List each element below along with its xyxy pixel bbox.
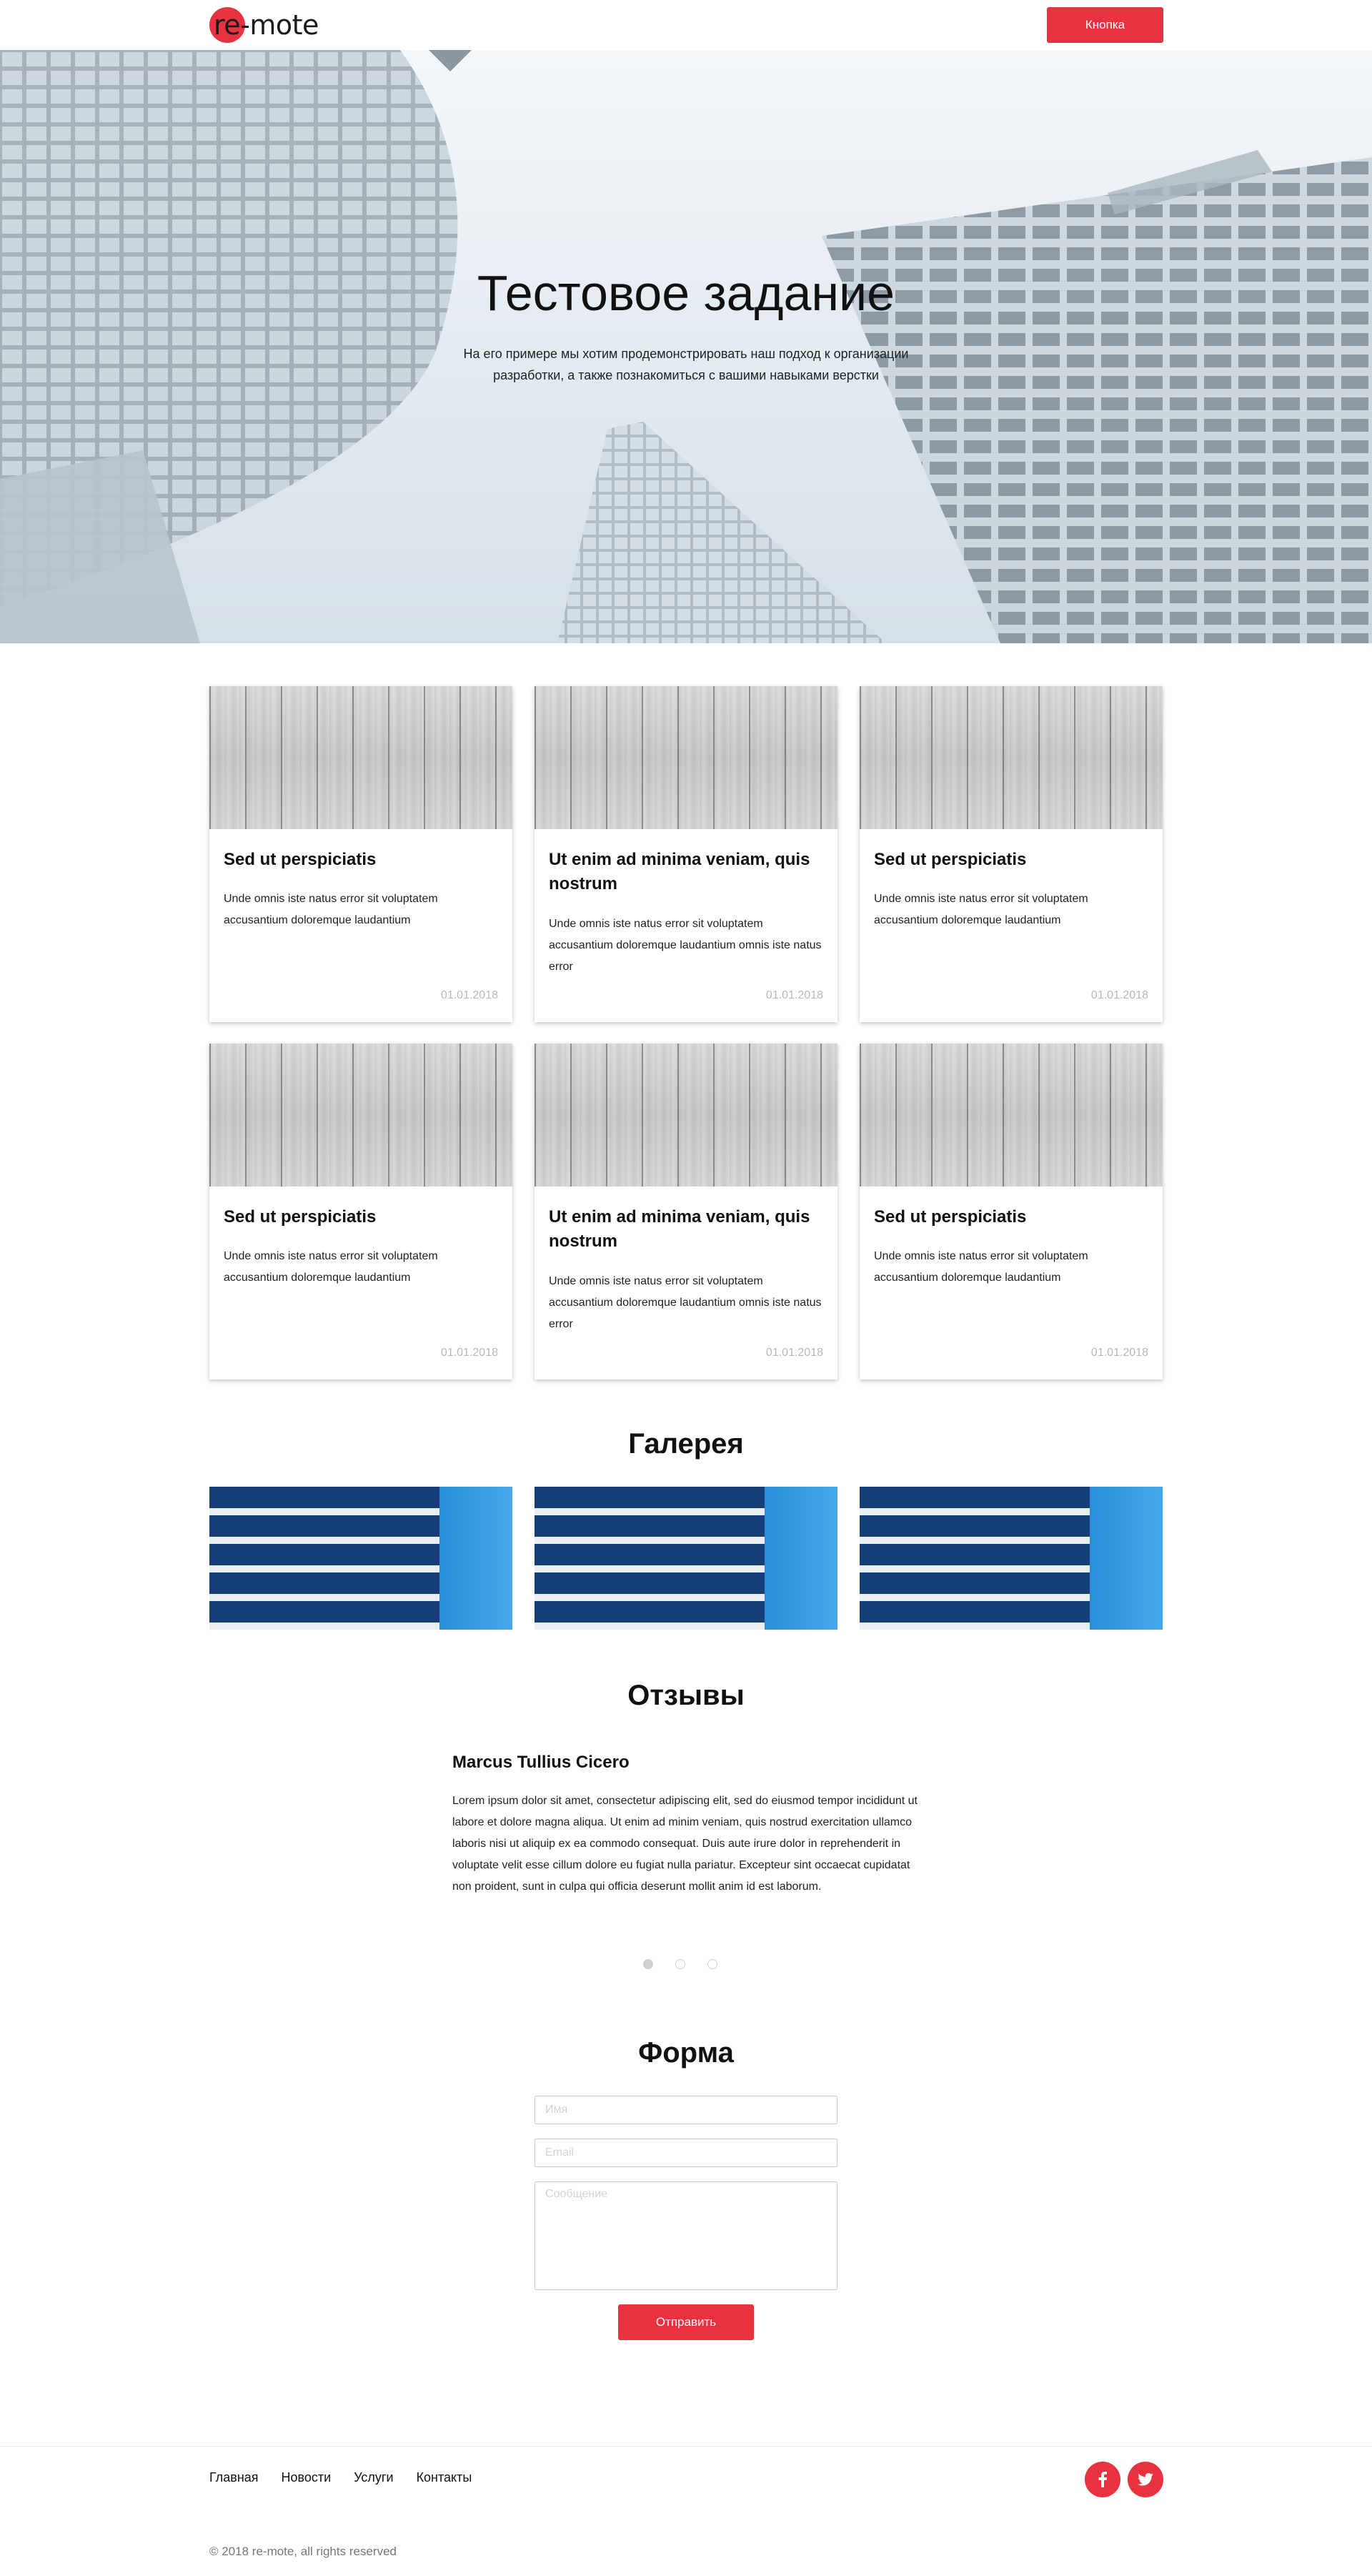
card-date: 01.01.2018 bbox=[765, 989, 823, 1001]
site-header: re-mote Кнопка bbox=[0, 0, 1372, 50]
card-title: Sed ut perspiciatis bbox=[224, 1207, 377, 1227]
gallery-image[interactable] bbox=[860, 1487, 1163, 1630]
card-image bbox=[860, 1044, 1163, 1187]
logo-text: re-mote bbox=[214, 9, 319, 41]
card-image bbox=[535, 686, 837, 829]
card-date: 01.01.2018 bbox=[765, 1347, 823, 1359]
card-title: Sed ut perspiciatis bbox=[224, 850, 377, 869]
review-author: Marcus Tullius Cicero bbox=[452, 1753, 630, 1772]
slider-dot-1[interactable] bbox=[643, 1959, 653, 1969]
hero-description: На его примере мы хотим продемонстрирова… bbox=[463, 347, 909, 382]
slider-dot-3[interactable] bbox=[707, 1959, 717, 1969]
card-title: Sed ut perspiciatis bbox=[874, 850, 1027, 869]
footer-nav: Главная Новости Услуги Контакты bbox=[209, 2470, 472, 2485]
news-card[interactable]: Sed ut perspiciatis Unde omnis iste natu… bbox=[860, 686, 1163, 1022]
name-field[interactable] bbox=[535, 2096, 837, 2124]
facebook-icon[interactable] bbox=[1085, 2462, 1120, 2497]
card-text: Unde omnis iste natus error sit voluptat… bbox=[224, 893, 438, 926]
footer-nav-contacts[interactable]: Контакты bbox=[417, 2470, 472, 2485]
news-card[interactable]: Ut enim ad minima veniam, quis nostrum U… bbox=[535, 686, 837, 1022]
news-card[interactable]: Ut enim ad minima veniam, quis nostrum U… bbox=[535, 1044, 837, 1379]
footer-nav-services[interactable]: Услуги bbox=[354, 2470, 393, 2485]
message-field[interactable] bbox=[535, 2181, 837, 2290]
hero-title: Тестовое задание bbox=[477, 265, 895, 321]
card-date: 01.01.2018 bbox=[440, 1347, 498, 1359]
header-button[interactable]: Кнопка bbox=[1047, 7, 1163, 43]
card-image bbox=[209, 686, 512, 829]
footer-divider bbox=[0, 2446, 1372, 2447]
logo[interactable]: re-mote bbox=[209, 7, 319, 43]
card-text: Unde omnis iste natus error sit voluptat… bbox=[874, 893, 1088, 926]
gallery-title: Галерея bbox=[628, 1428, 744, 1460]
email-field[interactable] bbox=[535, 2139, 837, 2167]
footer-nav-home[interactable]: Главная bbox=[209, 2470, 259, 2485]
card-date: 01.01.2018 bbox=[1090, 989, 1148, 1001]
slider-dot-2[interactable] bbox=[675, 1959, 685, 1969]
footer-nav-news[interactable]: Новости bbox=[282, 2470, 332, 2485]
reviews-title: Отзывы bbox=[627, 1680, 745, 1711]
twitter-icon[interactable] bbox=[1128, 2462, 1163, 2497]
card-title: Ut enim ad minima veniam, quis nostrum bbox=[549, 1207, 810, 1251]
hero-banner: Тестовое задание На его примере мы хотим… bbox=[0, 50, 1372, 643]
card-image bbox=[209, 1044, 512, 1187]
card-title: Ut enim ad minima veniam, quis nostrum bbox=[549, 850, 810, 893]
form-title: Форма bbox=[638, 2037, 734, 2069]
card-text: Unde omnis iste natus error sit voluptat… bbox=[549, 918, 822, 973]
card-title: Sed ut perspiciatis bbox=[874, 1207, 1027, 1227]
review-text: Lorem ipsum dolor sit amet, consectetur … bbox=[452, 1795, 918, 1893]
card-text: Unde omnis iste natus error sit voluptat… bbox=[224, 1250, 438, 1284]
card-text: Unde omnis iste natus error sit voluptat… bbox=[549, 1275, 822, 1330]
card-date: 01.01.2018 bbox=[440, 989, 498, 1001]
news-card[interactable]: Sed ut perspiciatis Unde omnis iste natu… bbox=[860, 1044, 1163, 1379]
gallery-image[interactable] bbox=[209, 1487, 512, 1630]
news-card[interactable]: Sed ut perspiciatis Unde omnis iste natu… bbox=[209, 1044, 512, 1379]
card-image bbox=[860, 686, 1163, 829]
card-date: 01.01.2018 bbox=[1090, 1347, 1148, 1359]
copyright: © 2018 re-mote, all rights reserved bbox=[209, 2545, 397, 2558]
submit-button[interactable]: Отправить bbox=[618, 2304, 754, 2340]
card-text: Unde omnis iste natus error sit voluptat… bbox=[874, 1250, 1088, 1284]
card-image bbox=[535, 1044, 837, 1187]
gallery-image[interactable] bbox=[535, 1487, 837, 1630]
news-card[interactable]: Sed ut perspiciatis Unde omnis iste natu… bbox=[209, 686, 512, 1022]
